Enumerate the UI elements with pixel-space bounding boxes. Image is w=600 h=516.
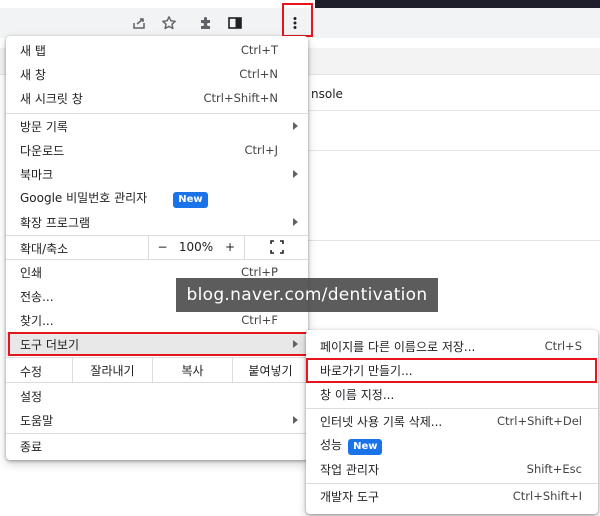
create-shortcut-highlight-box: [306, 358, 597, 383]
zoom-value: 100%: [178, 240, 214, 254]
menu-item-help[interactable]: 도움말: [6, 408, 308, 432]
menu-item-downloads[interactable]: 다운로드 Ctrl+J: [6, 138, 308, 162]
submenu-item-performance[interactable]: 성능 New: [306, 433, 598, 457]
submenu-item-clear-history[interactable]: 인터넷 사용 기록 삭제... Ctrl+Shift+Del: [306, 409, 598, 433]
submenu-item-name-window[interactable]: 창 이름 지정...: [306, 382, 598, 406]
menu-item-new-tab[interactable]: 새 탭 Ctrl+T: [6, 38, 308, 62]
menu-item-bookmarks[interactable]: 북마크: [6, 162, 308, 186]
chevron-right-icon: [293, 122, 298, 130]
kebab-highlight-box: [282, 3, 313, 37]
page-console-text: nsole: [311, 87, 343, 101]
zoom-in-button[interactable]: +: [216, 235, 244, 259]
new-badge: New: [173, 191, 208, 208]
menu-item-settings[interactable]: 설정: [6, 384, 308, 408]
menu-item-password-manager[interactable]: Google 비밀번호 관리자 New: [6, 186, 308, 210]
submenu-item-save-page[interactable]: 페이지를 다른 이름으로 저장... Ctrl+S: [306, 334, 598, 358]
chevron-right-icon: [293, 416, 298, 424]
cut-button[interactable]: 잘라내기: [72, 358, 152, 382]
share-icon[interactable]: [128, 12, 150, 34]
chevron-right-icon: [293, 170, 298, 178]
submenu-item-developer-tools[interactable]: 개발자 도구 Ctrl+Shift+I: [306, 484, 598, 508]
menu-row-zoom: 확대/축소 − 100% +: [6, 235, 308, 259]
fullscreen-icon[interactable]: [244, 235, 308, 259]
menu-item-new-window[interactable]: 새 창 Ctrl+N: [6, 62, 308, 86]
paste-button[interactable]: 붙여넣기: [232, 358, 308, 382]
menu-item-exit[interactable]: 종료: [6, 434, 308, 458]
zoom-label: 확대/축소: [20, 242, 69, 256]
chevron-right-icon: [293, 218, 298, 226]
menu-item-history[interactable]: 방문 기록: [6, 114, 308, 138]
edit-label: 수정: [20, 365, 43, 379]
submenu-item-task-manager[interactable]: 작업 관리자 Shift+Esc: [306, 457, 598, 481]
menu-item-extensions[interactable]: 확장 프로그램: [6, 210, 308, 234]
more-tools-highlight-box: [8, 332, 308, 356]
menu-row-edit: 수정 잘라내기 복사 붙여넣기: [6, 358, 308, 382]
copy-button[interactable]: 복사: [152, 358, 232, 382]
side-panel-icon[interactable]: [224, 12, 246, 34]
star-icon[interactable]: [158, 12, 180, 34]
extensions-icon[interactable]: [195, 12, 217, 34]
new-badge: New: [348, 438, 383, 455]
chrome-main-menu: 새 탭 Ctrl+T 새 창 Ctrl+N 새 시크릿 창 Ctrl+Shift…: [6, 36, 308, 460]
menu-item-new-incognito[interactable]: 새 시크릿 창 Ctrl+Shift+N: [6, 86, 308, 110]
watermark-text: blog.naver.com/dentivation: [176, 278, 438, 312]
zoom-out-button[interactable]: −: [148, 235, 176, 259]
